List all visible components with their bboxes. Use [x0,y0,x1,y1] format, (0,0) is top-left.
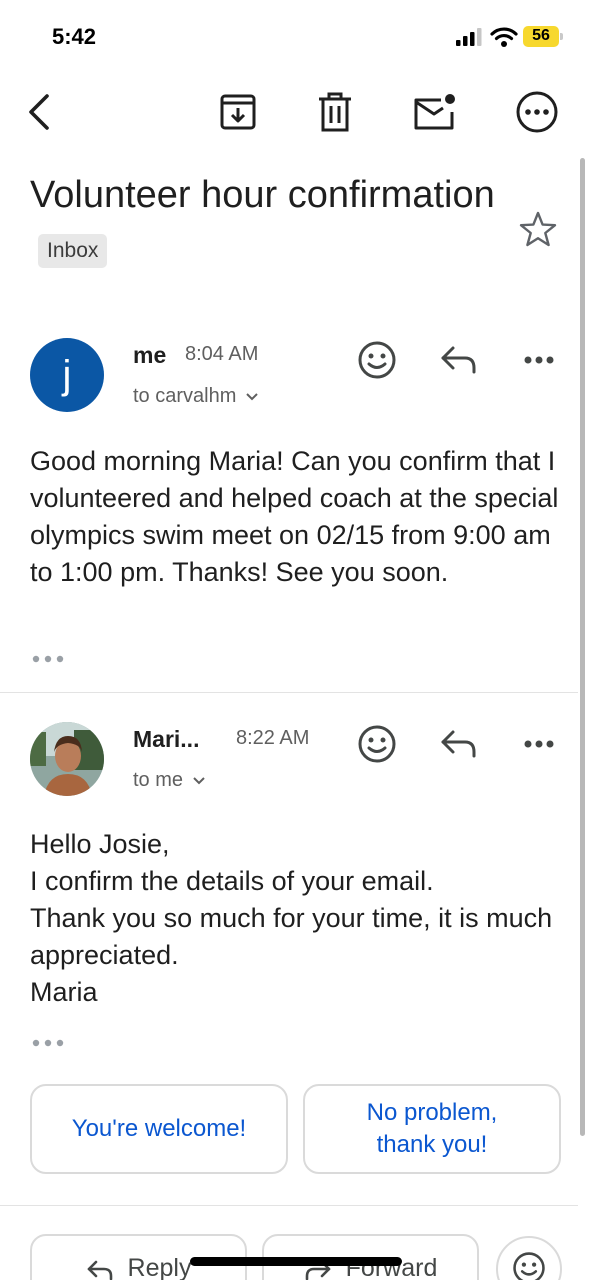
mail-unread-icon [414,94,455,130]
message-more-button[interactable] [517,722,561,766]
scrollbar[interactable] [580,158,585,1136]
message-body: Good morning Maria! Can you confirm that… [30,446,559,587]
reply-icon [441,346,476,374]
sender-name: Mari... [133,726,200,752]
reply-icon [87,1260,112,1280]
more-horizontal-icon [516,91,558,133]
delete-button[interactable] [311,88,359,136]
email-subject: Volunteer hour confirmation Inbox [30,166,500,282]
cellular-signal-icon [456,28,482,46]
react-button[interactable] [496,1236,562,1280]
status-bar: 5:42 56 [0,0,591,70]
avatar[interactable] [30,722,104,796]
trash-icon [319,92,351,132]
recipient-details[interactable]: to me [133,769,206,792]
chevron-down-icon [246,393,258,401]
more-horizontal-icon [524,740,554,748]
message-more-button[interactable] [517,338,561,382]
archive-icon [220,94,256,130]
emoji-icon [358,341,396,379]
more-options-button[interactable] [513,88,561,136]
profile-photo [30,722,104,796]
mark-unread-button[interactable] [410,88,458,136]
message-divider [0,692,578,693]
chevron-left-icon [29,94,49,130]
home-indicator[interactable] [190,1257,402,1266]
reply-icon [441,730,476,758]
reply-button[interactable] [437,722,481,766]
wifi-icon [490,27,518,47]
sender-name: me [133,342,167,368]
message-body: Hello Josie, I confirm the details of yo… [30,829,553,1007]
battery-level: 56 [532,27,550,44]
inbox-label-badge[interactable]: Inbox [38,233,108,268]
archive-button[interactable] [214,88,262,136]
battery-icon: 56 [523,26,563,47]
add-reaction-button[interactable] [355,338,399,382]
avatar[interactable]: j [30,338,104,412]
recipient-text: to carvalhm [133,385,237,407]
more-horizontal-icon [524,356,554,364]
reply-button[interactable] [437,338,481,382]
back-button[interactable] [16,88,64,136]
emoji-icon [513,1252,545,1280]
actions-divider [0,1205,578,1206]
show-trimmed-content-icon[interactable] [31,652,65,666]
message-time: 8:22 AM [236,727,310,749]
star-icon[interactable] [518,210,558,250]
message-time: 8:04 AM [185,343,259,365]
avatar-letter: j [62,352,72,397]
reply-action-label: Reply [127,1254,192,1280]
recipient-text: to me [133,769,184,791]
status-time: 5:42 [52,24,97,49]
smart-reply-chip[interactable]: You're welcome! [30,1084,288,1174]
recipient-details[interactable]: to carvalhm [133,385,259,408]
subject-title: Volunteer hour confirmation [30,174,495,216]
chevron-down-icon [192,777,205,785]
show-trimmed-content-icon[interactable] [31,1036,65,1050]
add-reaction-button[interactable] [355,722,399,766]
emoji-icon [358,725,396,763]
smart-reply-chip[interactable]: No problem, thank you! [303,1084,561,1174]
